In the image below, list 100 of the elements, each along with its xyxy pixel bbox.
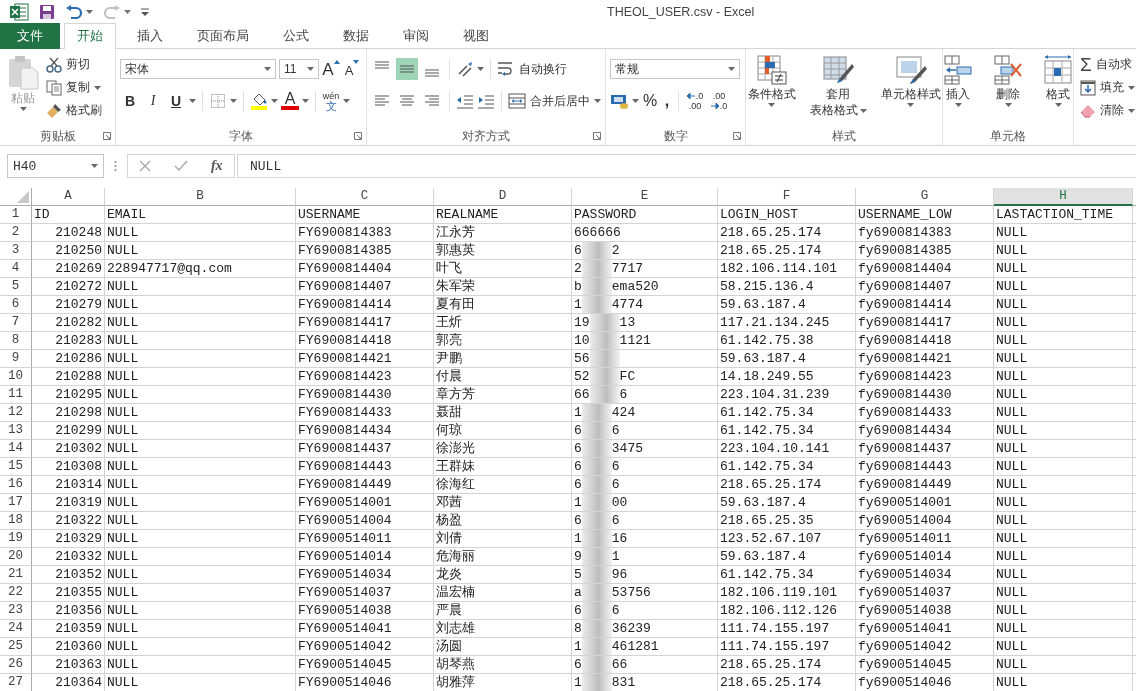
row-header[interactable]: 18 (0, 512, 32, 530)
row-header[interactable]: 25 (0, 638, 32, 656)
insert-function-button[interactable]: fx (210, 156, 223, 176)
conditional-format-button[interactable]: 条件格式 (744, 52, 799, 109)
row-header[interactable]: 17 (0, 494, 32, 512)
ribbon-tab[interactable]: 开始 (64, 23, 116, 49)
middle-align-button[interactable] (396, 58, 418, 80)
ribbon-tab[interactable]: 公式 (270, 23, 322, 49)
comma-button[interactable]: , (661, 90, 673, 112)
formula-field[interactable]: NULL (237, 154, 1136, 178)
row-header[interactable]: 14 (0, 440, 32, 458)
row-header[interactable]: 26 (0, 656, 32, 674)
font-name-field[interactable]: 宋体 (120, 59, 276, 79)
table-cell: fy6900814443 (856, 458, 994, 476)
table-cell: LOGIN_HOST (718, 206, 856, 224)
column-header[interactable]: D (434, 188, 572, 206)
ribbon-tab[interactable]: 审阅 (390, 23, 442, 49)
cut-button[interactable]: 剪切 (46, 54, 102, 75)
underline-button[interactable]: U (166, 90, 186, 112)
caret-icon (477, 67, 484, 71)
table-cell: NULL (105, 404, 296, 422)
row-header[interactable]: 3 (0, 242, 32, 260)
delete-button[interactable]: 删除 (990, 52, 1026, 109)
table-cell: FY6900814417 (296, 314, 434, 332)
name-box[interactable]: H40 (7, 154, 104, 178)
up-triangle-icon (333, 60, 340, 64)
ribbon-tab[interactable]: 数据 (330, 23, 382, 49)
format-button[interactable]: 格式 (1040, 52, 1076, 109)
row-header[interactable]: 2 (0, 224, 32, 242)
table-cell: 付晨 (434, 368, 572, 386)
table-cell: 胡琴燕 (434, 656, 572, 674)
clear-button[interactable]: 清除 (1080, 100, 1135, 121)
dialog-launcher-button[interactable] (593, 132, 601, 140)
wrap-text-button[interactable]: 自动换行 (497, 58, 567, 80)
row-header[interactable]: 1 (0, 206, 32, 224)
column-header[interactable]: H (994, 188, 1133, 206)
ribbon-tab[interactable]: 视图 (450, 23, 502, 49)
ribbon-tab[interactable]: 插入 (124, 23, 176, 49)
autosum-button[interactable]: Σ 自动求 (1080, 54, 1135, 75)
column-header[interactable]: B (105, 188, 296, 206)
row-header[interactable]: 5 (0, 278, 32, 296)
dialog-launcher-icon (354, 132, 362, 140)
cell-text: 19 (574, 314, 590, 331)
row-header[interactable]: 8 (0, 332, 32, 350)
dialog-launcher-button[interactable] (103, 132, 111, 140)
row-header[interactable]: 12 (0, 404, 32, 422)
row-header[interactable]: 27 (0, 674, 32, 691)
font-color-button[interactable]: A (281, 92, 299, 110)
row-header[interactable]: 20 (0, 548, 32, 566)
table-cell: 徐海红 (434, 476, 572, 494)
table-cell: 210286 (32, 350, 105, 368)
cell-text: 6 (574, 440, 582, 457)
column-header[interactable]: G (856, 188, 994, 206)
column-header[interactable]: A (32, 188, 105, 206)
copy-button[interactable]: 复制 (46, 77, 102, 98)
select-all-icon (17, 191, 29, 203)
row-header[interactable]: 7 (0, 314, 32, 332)
decrease-decimal-button[interactable]: .00 .0 (708, 90, 730, 112)
redaction-blur (589, 368, 620, 385)
bold-button[interactable]: B (120, 90, 140, 112)
font-size-field[interactable]: 11 (279, 59, 319, 79)
row-header[interactable]: 13 (0, 422, 32, 440)
column-header[interactable]: F (718, 188, 856, 206)
dialog-launcher-button[interactable] (354, 132, 362, 140)
italic-button[interactable]: I (143, 90, 163, 112)
group-label: 对齐方式 (462, 127, 510, 145)
column-header[interactable]: E (572, 188, 718, 206)
fill-button[interactable]: 填充 (1080, 77, 1135, 98)
row-header[interactable]: 9 (0, 350, 32, 368)
file-tab[interactable]: 文件 (0, 23, 60, 49)
column-header[interactable]: C (296, 188, 434, 206)
row-header[interactable]: 10 (0, 368, 32, 386)
format-as-table-button[interactable]: 套用 表格格式 (806, 52, 870, 120)
row-header[interactable]: 22 (0, 584, 32, 602)
row-header[interactable]: 11 (0, 386, 32, 404)
percent-button[interactable]: % (641, 90, 659, 112)
increase-decimal-button[interactable]: .0 .00 (684, 90, 706, 112)
cell-text: 52 (574, 368, 590, 385)
format-painter-button[interactable]: 格式刷 (46, 100, 102, 121)
caret-icon (302, 99, 309, 103)
ribbon-tab[interactable]: 页面布局 (184, 23, 262, 49)
row-header[interactable]: 4 (0, 260, 32, 278)
merge-center-button[interactable]: 合并后居中 (508, 90, 601, 112)
redaction-blur (589, 386, 620, 403)
table-cell: 郭惠英 (434, 242, 572, 260)
shrink-font-button[interactable]: A (343, 58, 361, 80)
grow-font-button[interactable]: A (322, 58, 340, 80)
row-header[interactable]: 21 (0, 566, 32, 584)
row-header[interactable]: 24 (0, 620, 32, 638)
number-format-field[interactable]: 常规 (610, 59, 740, 79)
row-header[interactable]: 6 (0, 296, 32, 314)
phonetic-button[interactable]: wén 文 (322, 89, 340, 113)
row-header[interactable]: 16 (0, 476, 32, 494)
row-header[interactable]: 19 (0, 530, 32, 548)
dialog-launcher-button[interactable] (733, 132, 741, 140)
row-header[interactable]: 15 (0, 458, 32, 476)
redaction-blur (589, 350, 620, 367)
table-cell: NULL (994, 656, 1133, 674)
caret-icon (189, 99, 196, 103)
row-header[interactable]: 23 (0, 602, 32, 620)
